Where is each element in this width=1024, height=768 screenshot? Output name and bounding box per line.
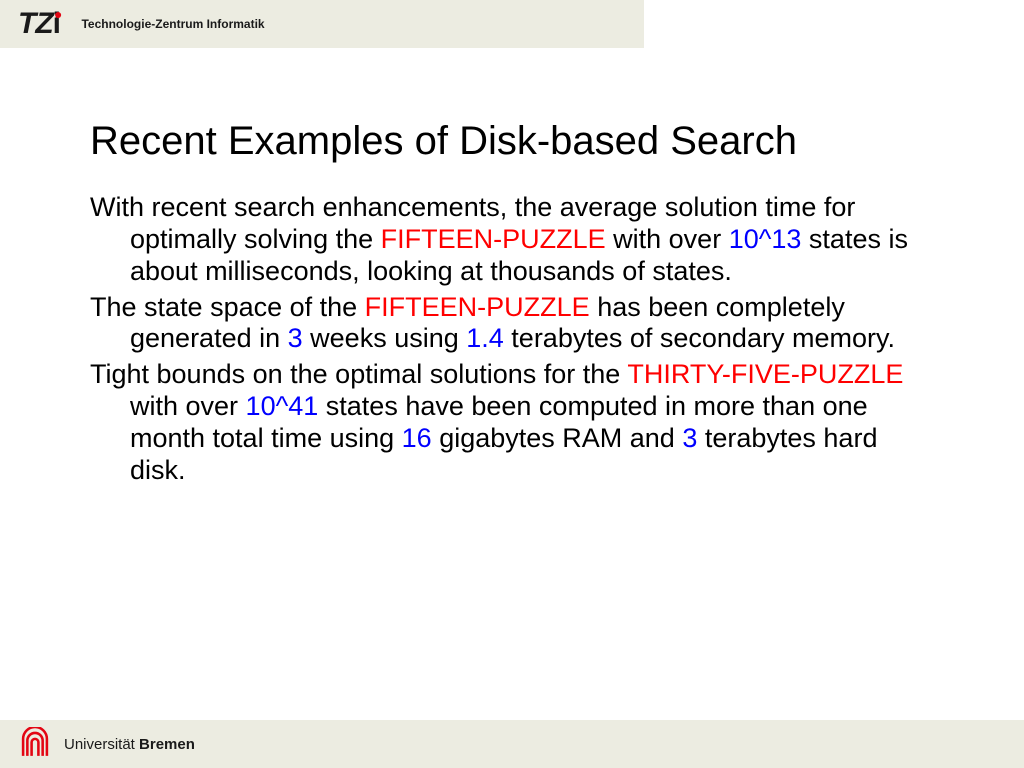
paragraph-3: Tight bounds on the optimal solutions fo… [90,359,934,486]
slide-title: Recent Examples of Disk-based Search [90,118,934,164]
keyword-fifteen-puzzle: FIFTEEN-PUZZLE [381,224,606,254]
value-states-1: 10^13 [729,224,802,254]
value-terabytes-1: 1.4 [466,323,504,353]
paragraph-1: With recent search enhancements, the ave… [90,192,934,288]
tzi-logo-mark: TZi● [18,7,67,41]
tzi-logo-subtitle: Technologie-Zentrum Informatik [81,17,264,31]
paragraph-2: The state space of the FIFTEEN-PUZZLE ha… [90,292,934,356]
value-ram: 16 [402,423,432,453]
keyword-fifteen-puzzle-2: FIFTEEN-PUZZLE [365,292,590,322]
bremen-text: Universität Bremen [64,736,195,753]
value-weeks: 3 [288,323,303,353]
tzi-logo: TZi● Technologie-Zentrum Informatik [18,7,265,41]
header-cutout [644,0,1024,70]
value-states-2: 10^41 [246,391,319,421]
slide-body: With recent search enhancements, the ave… [90,192,934,487]
bremen-logo-icon [18,727,52,761]
footer-band: Universität Bremen [0,720,1024,768]
keyword-thirtyfive-puzzle: THIRTY-FIVE-PUZZLE [627,359,903,389]
value-terabytes-2: 3 [682,423,697,453]
